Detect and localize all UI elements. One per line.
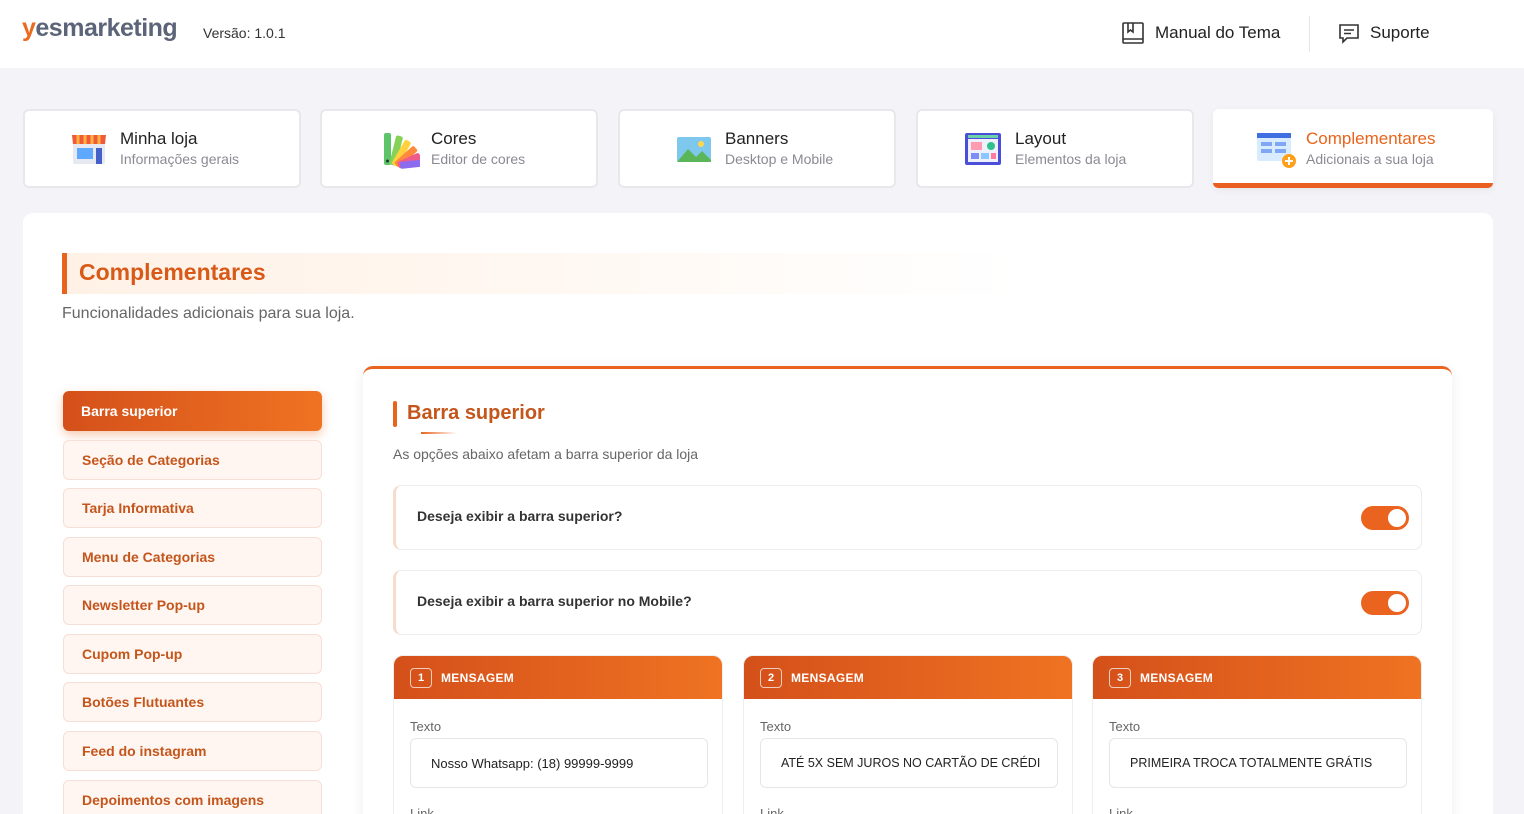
logo-text: esmarketing [35,14,178,42]
message-card-3: 3 MENSAGEM Texto PRIMEIRA TROCA TOTALMEN… [1092,655,1422,814]
book-icon [1122,22,1144,44]
link-field-label: Link [410,806,434,814]
text-field-label: Texto [1109,719,1141,734]
tab-title: Cores [431,128,477,148]
sidebar-item-depoimentos-imagens[interactable]: Depoimentos com imagens [63,780,322,814]
message-number-badge: 3 [1109,667,1131,688]
show-top-bar-toggle[interactable] [1361,506,1409,530]
toggle-knob [1388,594,1406,612]
message-number-badge: 1 [410,667,432,688]
message-card-1: 1 MENSAGEM Texto Nosso Whatsapp: (18) 99… [393,655,723,814]
tab-title: Layout [1015,128,1067,148]
link-field-label: Link [1109,806,1133,814]
message-card-title: MENSAGEM [1140,670,1214,685]
page-title: Complementares [79,259,266,285]
tab-cores[interactable]: Cores Editor de cores [320,109,598,188]
sidebar-item-barra-superior[interactable]: Barra superior [63,391,322,431]
message-number-badge: 2 [760,667,782,688]
message-card-title: MENSAGEM [791,670,865,685]
logo-letter: y [22,14,36,42]
sidebar-item-newsletter-popup[interactable]: Newsletter Pop-up [63,585,322,625]
sidebar-item-botoes-flutuantes[interactable]: Botões Flutuantes [63,682,322,722]
support-link[interactable]: Suporte [1338,20,1430,46]
version-label: Versão: 1.0.1 [203,25,286,41]
section-title: Barra superior [407,402,545,424]
color-palette-icon [384,132,420,169]
toggle-knob [1388,509,1406,527]
manual-label: Manual do Tema [1155,23,1281,42]
image-icon [677,136,711,162]
sidebar-item-tarja-informativa[interactable]: Tarja Informativa [63,488,322,528]
section-accent-bar [393,401,397,427]
message-card-title: MENSAGEM [441,670,515,685]
option-label: Deseja exibir a barra superior? [417,508,623,524]
message-card-header: 1 MENSAGEM [394,656,722,699]
tab-subtitle: Elementos da loja [1015,150,1127,167]
support-label: Suporte [1370,23,1430,42]
option-label: Deseja exibir a barra superior no Mobile… [417,593,692,609]
option-row-show-top-bar: Deseja exibir a barra superior? [393,485,1422,550]
message-text-input[interactable]: PRIMEIRA TROCA TOTALMENTE GRÁTIS [1109,738,1407,788]
tab-title: Complementares [1306,128,1436,148]
tab-title: Minha loja [120,128,198,148]
message-card-2: 2 MENSAGEM Texto ATÉ 5X SEM JUROS NO CAR… [743,655,1073,814]
message-card-header: 3 MENSAGEM [1093,656,1421,699]
tab-banners[interactable]: Banners Desktop e Mobile [618,109,896,188]
tab-subtitle: Informações gerais [120,150,240,167]
brand-logo[interactable]: yesmarketing [22,14,178,43]
page-subtitle: Funcionalidades adicionais para sua loja… [62,305,355,322]
message-text-input[interactable]: ATÉ 5X SEM JUROS NO CARTÃO DE CRÉDI [760,738,1058,788]
chat-icon [1339,24,1359,44]
sidebar-item-feed-instagram[interactable]: Feed do instagram [63,731,322,771]
tab-subtitle: Editor de cores [431,150,526,167]
message-text-input[interactable]: Nosso Whatsapp: (18) 99999-9999 [410,738,708,788]
header-divider [1309,16,1310,52]
tab-title: Banners [725,128,789,148]
sidebar-item-secao-categorias[interactable]: Seção de Categorias [63,440,322,480]
section-subtitle: As opções abaixo afetam a barra superior… [393,446,699,462]
text-field-label: Texto [410,719,442,734]
text-field-label: Texto [760,719,792,734]
tab-complementares[interactable]: Complementares Adicionais a sua loja [1213,109,1493,188]
show-top-bar-mobile-toggle[interactable] [1361,591,1409,615]
tab-layout[interactable]: Layout Elementos da loja [916,109,1194,188]
option-row-show-top-bar-mobile: Deseja exibir a barra superior no Mobile… [393,570,1422,635]
top-header: yesmarketing Versão: 1.0.1 Manual do Tem… [0,0,1524,68]
addons-icon [1257,132,1296,168]
tab-minha-loja[interactable]: Minha loja Informações gerais [23,109,301,188]
layout-icon [965,132,1001,165]
link-field-label: Link [760,806,784,814]
tab-subtitle: Adicionais a sua loja [1306,150,1434,167]
tab-subtitle: Desktop e Mobile [725,150,834,167]
section-underline [421,432,457,434]
store-icon [72,134,106,164]
sidebar-item-cupom-popup[interactable]: Cupom Pop-up [63,634,322,674]
sidebar-item-menu-categorias[interactable]: Menu de Categorias [63,537,322,577]
manual-link[interactable]: Manual do Tema [1121,20,1280,46]
message-card-header: 2 MENSAGEM [744,656,1072,699]
